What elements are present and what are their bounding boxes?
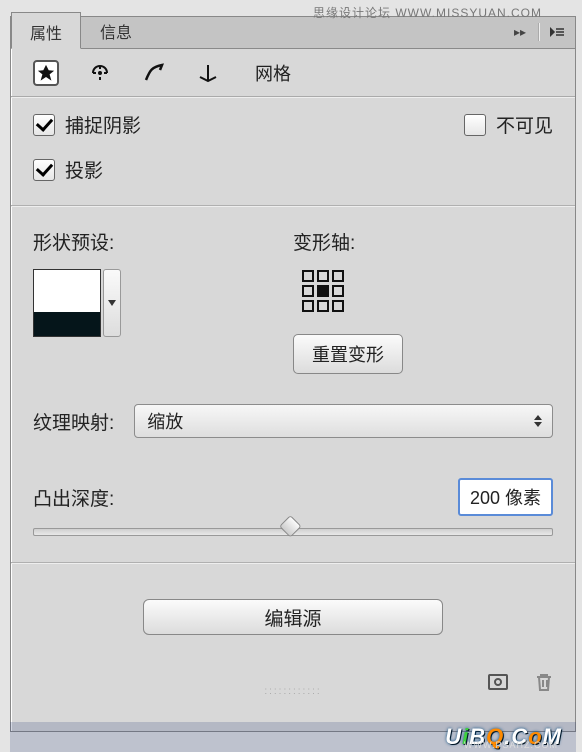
deform-axis-label: 变形轴:	[293, 228, 553, 255]
invisible-label: 不可见	[496, 111, 553, 138]
extrusion-depth-row: 凸出深度: 200 像素	[11, 438, 575, 516]
separator	[538, 23, 539, 41]
texture-mapping-value: 缩放	[147, 408, 183, 434]
shape-preset-dropdown[interactable]	[103, 269, 121, 337]
panel-controls: ▸▸	[510, 23, 567, 41]
deform-axis-grid-icon[interactable]	[301, 269, 345, 313]
preset-row: 形状预设: 变形轴: 重置变形	[11, 206, 575, 374]
tab-bar: 属性 信息 ▸▸	[11, 17, 575, 49]
tool-row: 网格	[11, 49, 575, 97]
tool-coords-icon[interactable]	[195, 60, 221, 86]
extrusion-depth-label: 凸出深度:	[33, 484, 114, 511]
tool-deform-icon[interactable]	[87, 60, 113, 86]
select-arrows-icon	[534, 415, 542, 427]
edit-source-button[interactable]: 编辑源	[143, 599, 443, 635]
tab-properties[interactable]: 属性	[11, 12, 81, 49]
extrusion-depth-input[interactable]: 200 像素	[458, 478, 553, 516]
tool-star-icon[interactable]	[33, 60, 59, 86]
checkbox-checked-icon	[33, 114, 55, 136]
resize-grip-icon[interactable]: ::::::::::::	[264, 686, 321, 697]
shape-preset-label: 形状预设:	[33, 228, 293, 255]
properties-panel: 属性 信息 ▸▸ 网格 捕捉阴影	[10, 16, 576, 732]
source-watermark: 思缘设计论坛 WWW.MISSYUAN.COM	[313, 4, 542, 21]
checkbox-unchecked-icon	[464, 114, 486, 136]
capture-shadow-label: 捕捉阴影	[65, 111, 141, 138]
invisible-checkbox[interactable]: 不可见	[464, 111, 553, 138]
panel-footer	[487, 671, 555, 693]
depth-slider-row	[11, 516, 575, 536]
slider-thumb-icon[interactable]	[279, 515, 302, 538]
visibility-options: 捕捉阴影 投影 不可见	[11, 97, 575, 187]
trash-icon[interactable]	[533, 671, 555, 693]
tab-info[interactable]: 信息	[81, 11, 151, 48]
mesh-mode-label: 网格	[255, 60, 291, 86]
tool-cap-icon[interactable]	[141, 60, 167, 86]
cast-shadow-label: 投影	[65, 156, 103, 183]
texture-mapping-select[interactable]: 缩放	[134, 404, 553, 438]
panel-menu-icon[interactable]	[547, 23, 567, 41]
depth-slider[interactable]	[33, 528, 553, 536]
texture-mapping-label: 纹理映射:	[33, 408, 114, 435]
capture-shadow-checkbox[interactable]: 捕捉阴影	[33, 111, 141, 138]
footer-watermark-sub: WWW.PSAHZ.COM	[464, 740, 558, 750]
checkbox-checked-icon	[33, 159, 55, 181]
cast-shadow-checkbox[interactable]: 投影	[33, 156, 141, 183]
texture-mapping-row: 纹理映射: 缩放	[11, 374, 575, 438]
render-settings-icon[interactable]	[487, 671, 509, 693]
reset-deform-button[interactable]: 重置变形	[293, 334, 403, 374]
collapse-panel-icon[interactable]: ▸▸	[510, 23, 530, 41]
shape-preset-thumbnail[interactable]	[33, 269, 101, 337]
